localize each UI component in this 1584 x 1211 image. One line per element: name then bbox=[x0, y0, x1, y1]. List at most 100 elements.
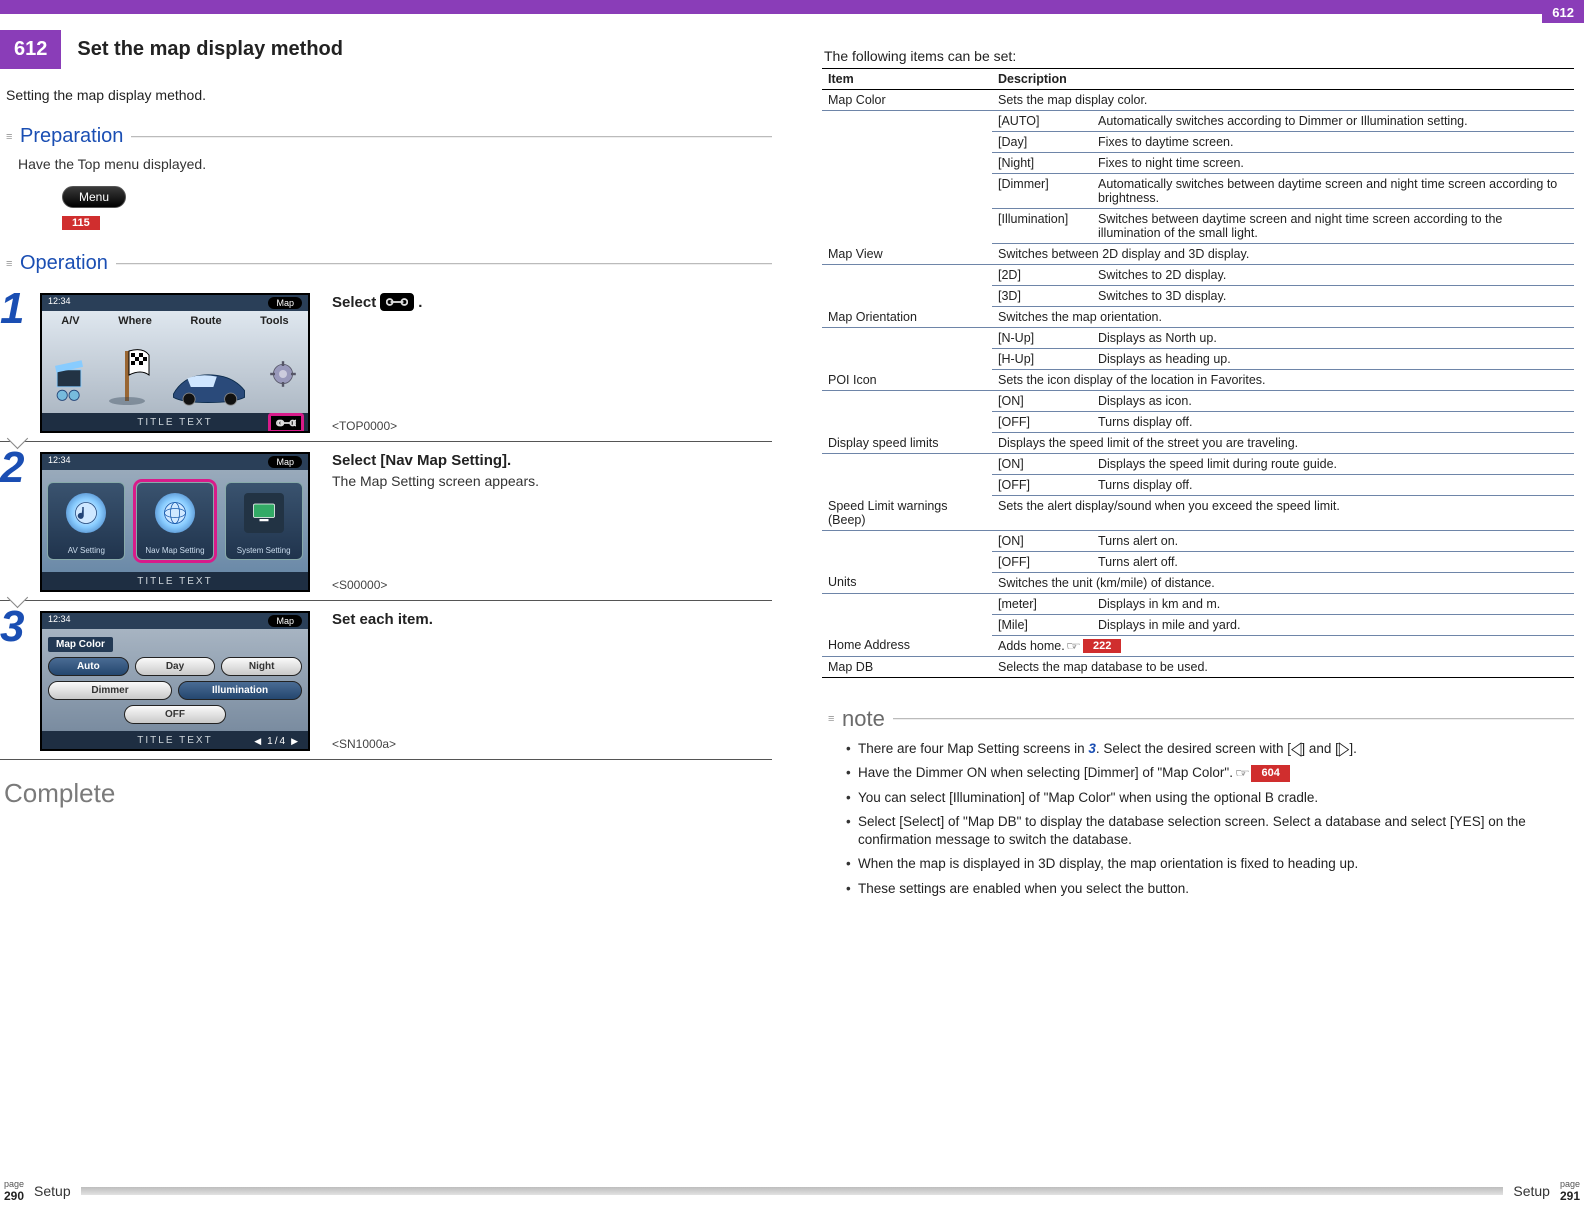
table-cell-option-desc: Switches between daytime screen and nigh… bbox=[1092, 209, 1574, 244]
table-subrow: [OFF]Turns alert off. bbox=[822, 551, 1574, 572]
table-cell-desc: Sets the icon display of the location in… bbox=[992, 370, 1574, 391]
shot-time: 12:34 bbox=[48, 455, 71, 465]
heading-tick-icon: ≡ bbox=[828, 713, 838, 725]
table-cell-option-desc: Displays as heading up. bbox=[1092, 349, 1574, 370]
table-row: Map DBSelects the map database to be use… bbox=[822, 657, 1574, 678]
step2-title: Select [Nav Map Setting]. bbox=[332, 452, 772, 469]
table-subrow: [Mile]Displays in mile and yard. bbox=[822, 614, 1574, 635]
shot-tab: A/V bbox=[61, 315, 79, 327]
shot-map-button: Map bbox=[268, 456, 302, 468]
footer-bar bbox=[81, 1187, 1504, 1195]
step-number: 3 bbox=[0, 607, 38, 747]
table-cell-option-desc: Displays in mile and yard. bbox=[1092, 614, 1574, 635]
note-heading: ≡ note bbox=[828, 706, 1574, 732]
table-cell-option: [2D] bbox=[992, 265, 1092, 286]
preparation-body: Have the Top menu displayed. Menu 115 bbox=[18, 156, 772, 230]
table-subrow: [OFF]Turns display off. bbox=[822, 475, 1574, 496]
table-cell-desc: Switches the unit (km/mile) of distance. bbox=[992, 572, 1574, 593]
table-subrow: [meter]Displays in km and m. bbox=[822, 593, 1574, 614]
table-cell-option: [ON] bbox=[992, 391, 1092, 412]
page-number-left: 290 bbox=[4, 1189, 24, 1203]
table-subrow: [OFF]Turns display off. bbox=[822, 412, 1574, 433]
page-number-right: 291 bbox=[1560, 1189, 1580, 1203]
table-cell-option: [3D] bbox=[992, 286, 1092, 307]
spanner-icon bbox=[380, 293, 414, 311]
note-item: Select [Select] of "Map DB" to display t… bbox=[846, 813, 1574, 849]
top-purple-bar bbox=[0, 0, 1584, 14]
footer-section-right: Setup bbox=[1513, 1183, 1550, 1199]
table-row: Speed Limit warnings (Beep)Sets the aler… bbox=[822, 496, 1574, 531]
complete-label: Complete bbox=[4, 778, 772, 809]
table-cell-option: [ON] bbox=[992, 530, 1092, 551]
table-cell-desc: Switches between 2D display and 3D displ… bbox=[992, 244, 1574, 265]
footer: page 290 Setup Setup page 291 bbox=[0, 1177, 1584, 1205]
operation-step-1: 1 12:34 Map A/V Where Route Tools bbox=[0, 283, 772, 442]
shot-map-button: Map bbox=[268, 615, 302, 627]
table-cell-item: Map Orientation bbox=[822, 307, 992, 328]
table-cell-option: [N-Up] bbox=[992, 328, 1092, 349]
table-cell-option-desc: Displays as icon. bbox=[1092, 391, 1574, 412]
table-cell-option-desc: Turns display off. bbox=[1092, 475, 1574, 496]
shot-pager: ◀ 1/4 ▶ bbox=[254, 736, 300, 747]
chapter-title: Set the map display method bbox=[61, 30, 359, 69]
table-cell-option-desc: Turns alert off. bbox=[1092, 551, 1574, 572]
shot-btn: OFF bbox=[124, 705, 226, 724]
table-cell-option-desc: Fixes to daytime screen. bbox=[1092, 132, 1574, 153]
chapter-subtitle: Setting the map display method. bbox=[6, 87, 772, 103]
shot-btn: Night bbox=[221, 657, 302, 676]
note-item: Have the Dimmer ON when selecting [Dimme… bbox=[846, 764, 1574, 782]
table-cell-desc: Displays the speed limit of the street y… bbox=[992, 433, 1574, 454]
pointer-icon: ☞ bbox=[1066, 639, 1081, 653]
table-cell-option-desc: Turns display off. bbox=[1092, 412, 1574, 433]
table-row: UnitsSwitches the unit (km/mile) of dist… bbox=[822, 572, 1574, 593]
page-label-right: page bbox=[1560, 1180, 1580, 1189]
table-subrow: [Illumination]Switches between daytime s… bbox=[822, 209, 1574, 244]
left-page: 612 Set the map display method Setting t… bbox=[0, 14, 792, 1171]
table-subrow: [2D]Switches to 2D display. bbox=[822, 265, 1574, 286]
note-list: There are four Map Setting screens in 3.… bbox=[846, 740, 1574, 898]
note-item: There are four Map Setting screens in 3.… bbox=[846, 740, 1574, 758]
step3-ref: <SN1000a> bbox=[332, 737, 396, 751]
table-row: Home AddressAdds home. ☞222 bbox=[822, 635, 1574, 657]
table-cell-option-desc: Turns alert on. bbox=[1092, 530, 1574, 551]
table-cell-option-desc: Fixes to night time screen. bbox=[1092, 153, 1574, 174]
shot-panel-system-setting: System Setting bbox=[225, 482, 303, 560]
xref-badge-115: 115 bbox=[62, 216, 100, 230]
step1-title: Select . bbox=[332, 293, 772, 311]
checkered-flag-icon bbox=[105, 345, 151, 407]
page-label-left: page bbox=[4, 1180, 24, 1189]
table-cell-item: Speed Limit warnings (Beep) bbox=[822, 496, 992, 531]
car-icon bbox=[170, 367, 248, 407]
table-cell-option-desc: Displays the speed limit during route gu… bbox=[1092, 454, 1574, 475]
chapter-heading: 612 Set the map display method bbox=[0, 30, 772, 69]
table-header-desc: Description bbox=[992, 69, 1574, 90]
shot-bottom-bar: TITLE TEXT ◀ 1/4 ▶ bbox=[42, 731, 308, 749]
table-cell-item: Display speed limits bbox=[822, 433, 992, 454]
music-note-globe-icon bbox=[66, 493, 106, 533]
chapter-number-badge: 612 bbox=[0, 30, 61, 69]
heading-tick-icon: ≡ bbox=[6, 131, 16, 143]
preparation-label: Preparation bbox=[20, 125, 123, 148]
table-header-item: Item bbox=[822, 69, 992, 90]
operation-step-3: 3 12:34 Map Map Color Auto Day Night Dim… bbox=[0, 601, 772, 760]
step2-ref: <S00000> bbox=[332, 578, 387, 592]
heading-rule bbox=[116, 263, 772, 265]
footer-section-left: Setup bbox=[34, 1183, 71, 1199]
xref-badge: 604 bbox=[1251, 765, 1289, 782]
table-cell-option: [Day] bbox=[992, 132, 1092, 153]
shot-time: 12:34 bbox=[48, 296, 71, 306]
table-cell-option: [OFF] bbox=[992, 551, 1092, 572]
note-label: note bbox=[842, 706, 885, 732]
shot-tab: Where bbox=[118, 315, 152, 327]
step3-title: Set each item. bbox=[332, 611, 772, 628]
note-item: You can select [Illumination] of "Map Co… bbox=[846, 789, 1574, 807]
table-subrow: [Day]Fixes to daytime screen. bbox=[822, 132, 1574, 153]
shot-panel-nav-map-setting: Nav Map Setting bbox=[136, 482, 214, 560]
heading-rule bbox=[131, 136, 772, 138]
table-cell-desc: Sets the map display color. bbox=[992, 90, 1574, 111]
table-row: Map ViewSwitches between 2D display and … bbox=[822, 244, 1574, 265]
table-cell-option-desc: Automatically switches between daytime s… bbox=[1092, 174, 1574, 209]
table-subrow: [3D]Switches to 3D display. bbox=[822, 286, 1574, 307]
table-cell-option-desc: Displays as North up. bbox=[1092, 328, 1574, 349]
triangle-right-icon: ▷ bbox=[1339, 737, 1349, 763]
